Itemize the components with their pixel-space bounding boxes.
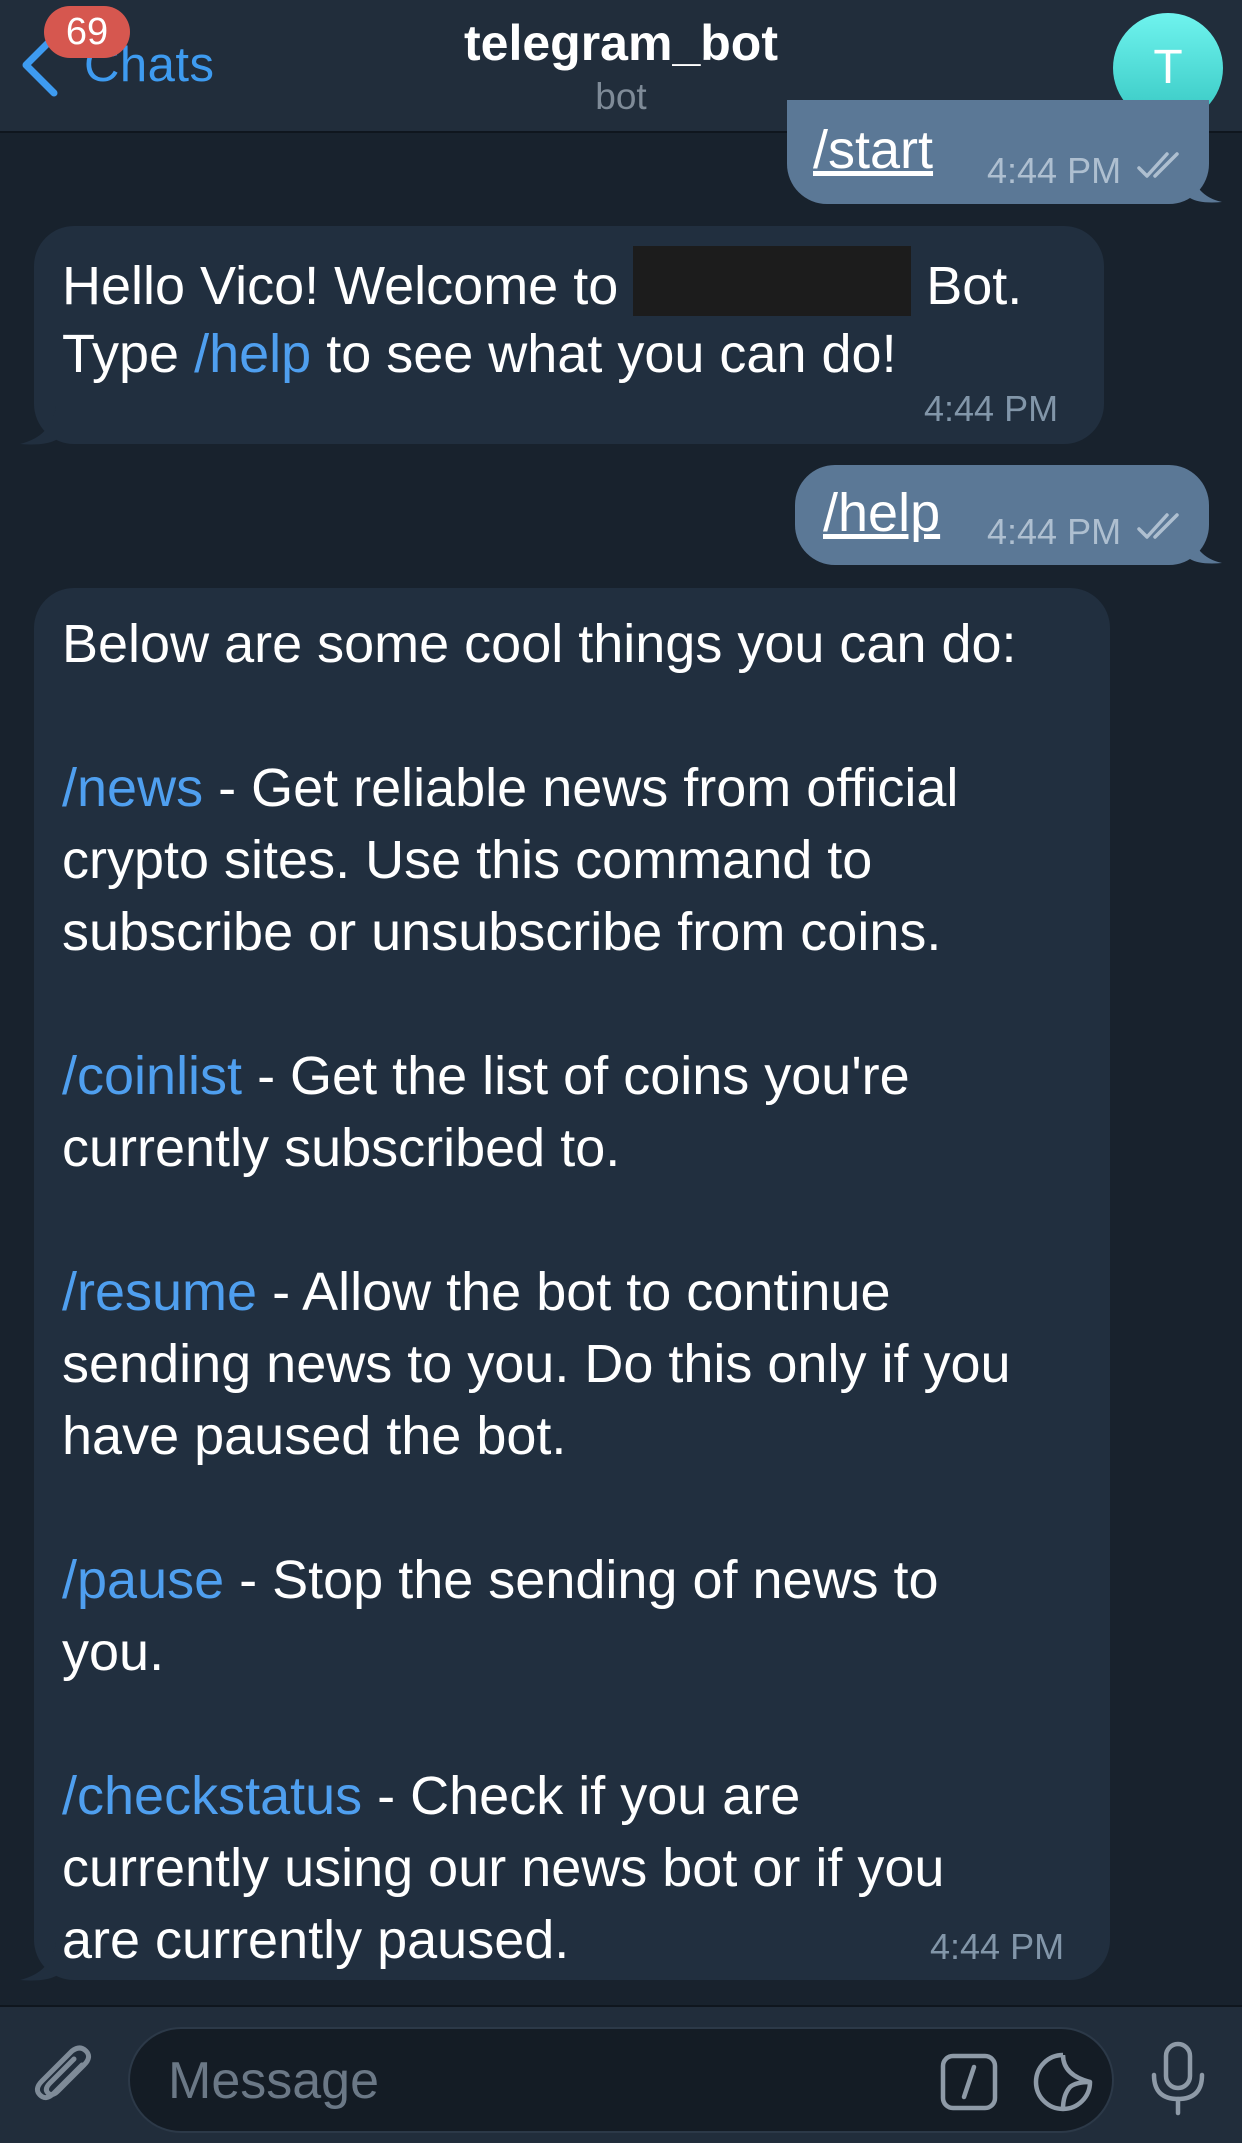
- help-command-link[interactable]: /help: [194, 324, 311, 384]
- redacted-name: [633, 246, 912, 316]
- bubble-tail: [1190, 166, 1222, 203]
- command-link[interactable]: /resume: [62, 1262, 257, 1322]
- bot-command-icon[interactable]: [940, 2053, 998, 2111]
- outgoing-message[interactable]: /start 4:44 PM: [787, 100, 1209, 204]
- text-span: to see what you can do!: [311, 324, 897, 384]
- command-link[interactable]: /checkstatus: [62, 1766, 362, 1826]
- incoming-message[interactable]: Hello Vico! Welcome to Bot. Type /help t…: [34, 226, 1104, 444]
- message-time: 4:44 PM: [987, 150, 1122, 191]
- message-placeholder: Message: [168, 2052, 379, 2110]
- message-text: Hello Vico! Welcome to Bot.: [62, 246, 1022, 322]
- command-link[interactable]: /pause: [62, 1550, 224, 1610]
- message-time: 4:44 PM: [924, 388, 1059, 429]
- double-check-icon: [1137, 513, 1179, 539]
- message-time: 4:44 PM: [987, 511, 1122, 552]
- help-item: /pause - Stop the sending of news to you…: [62, 1544, 939, 1688]
- help-item: /coinlist - Get the list of coins you're…: [62, 1040, 910, 1184]
- message-time: 4:44 PM: [930, 1926, 1065, 1967]
- help-item: /checkstatus - Check if you are currentl…: [62, 1760, 944, 1976]
- outgoing-message[interactable]: /help 4:44 PM: [795, 465, 1209, 565]
- chat-title[interactable]: telegram_bot: [0, 14, 1242, 72]
- double-check-icon: [1137, 152, 1179, 178]
- incoming-message[interactable]: Below are some cool things you can do: /…: [34, 588, 1110, 1980]
- welcome-text-start: Hello Vico! Welcome to: [62, 256, 634, 316]
- paperclip-icon[interactable]: [30, 2043, 100, 2113]
- message-text: Type /help to see what you can do!: [62, 318, 897, 390]
- bubble-tail: [20, 406, 56, 445]
- bubble-tail: [20, 1942, 56, 1981]
- command-link[interactable]: /news: [62, 758, 203, 818]
- sticker-icon[interactable]: [1032, 2051, 1094, 2113]
- composer-bar: Message: [0, 2005, 1242, 2143]
- message-text[interactable]: /start: [813, 120, 933, 180]
- help-intro: Below are some cool things you can do:: [62, 614, 1017, 674]
- help-item: /resume - Allow the bot to continue send…: [62, 1256, 1011, 1472]
- welcome-text-end: Bot.: [911, 256, 1023, 316]
- message-input[interactable]: Message: [128, 2027, 1114, 2133]
- text-span: Type: [62, 324, 195, 384]
- command-link[interactable]: /coinlist: [62, 1046, 242, 1106]
- bubble-tail: [1190, 527, 1222, 564]
- message-text[interactable]: /help: [823, 483, 940, 543]
- help-item: /news - Get reliable news from official …: [62, 752, 958, 968]
- microphone-icon[interactable]: [1148, 2041, 1208, 2117]
